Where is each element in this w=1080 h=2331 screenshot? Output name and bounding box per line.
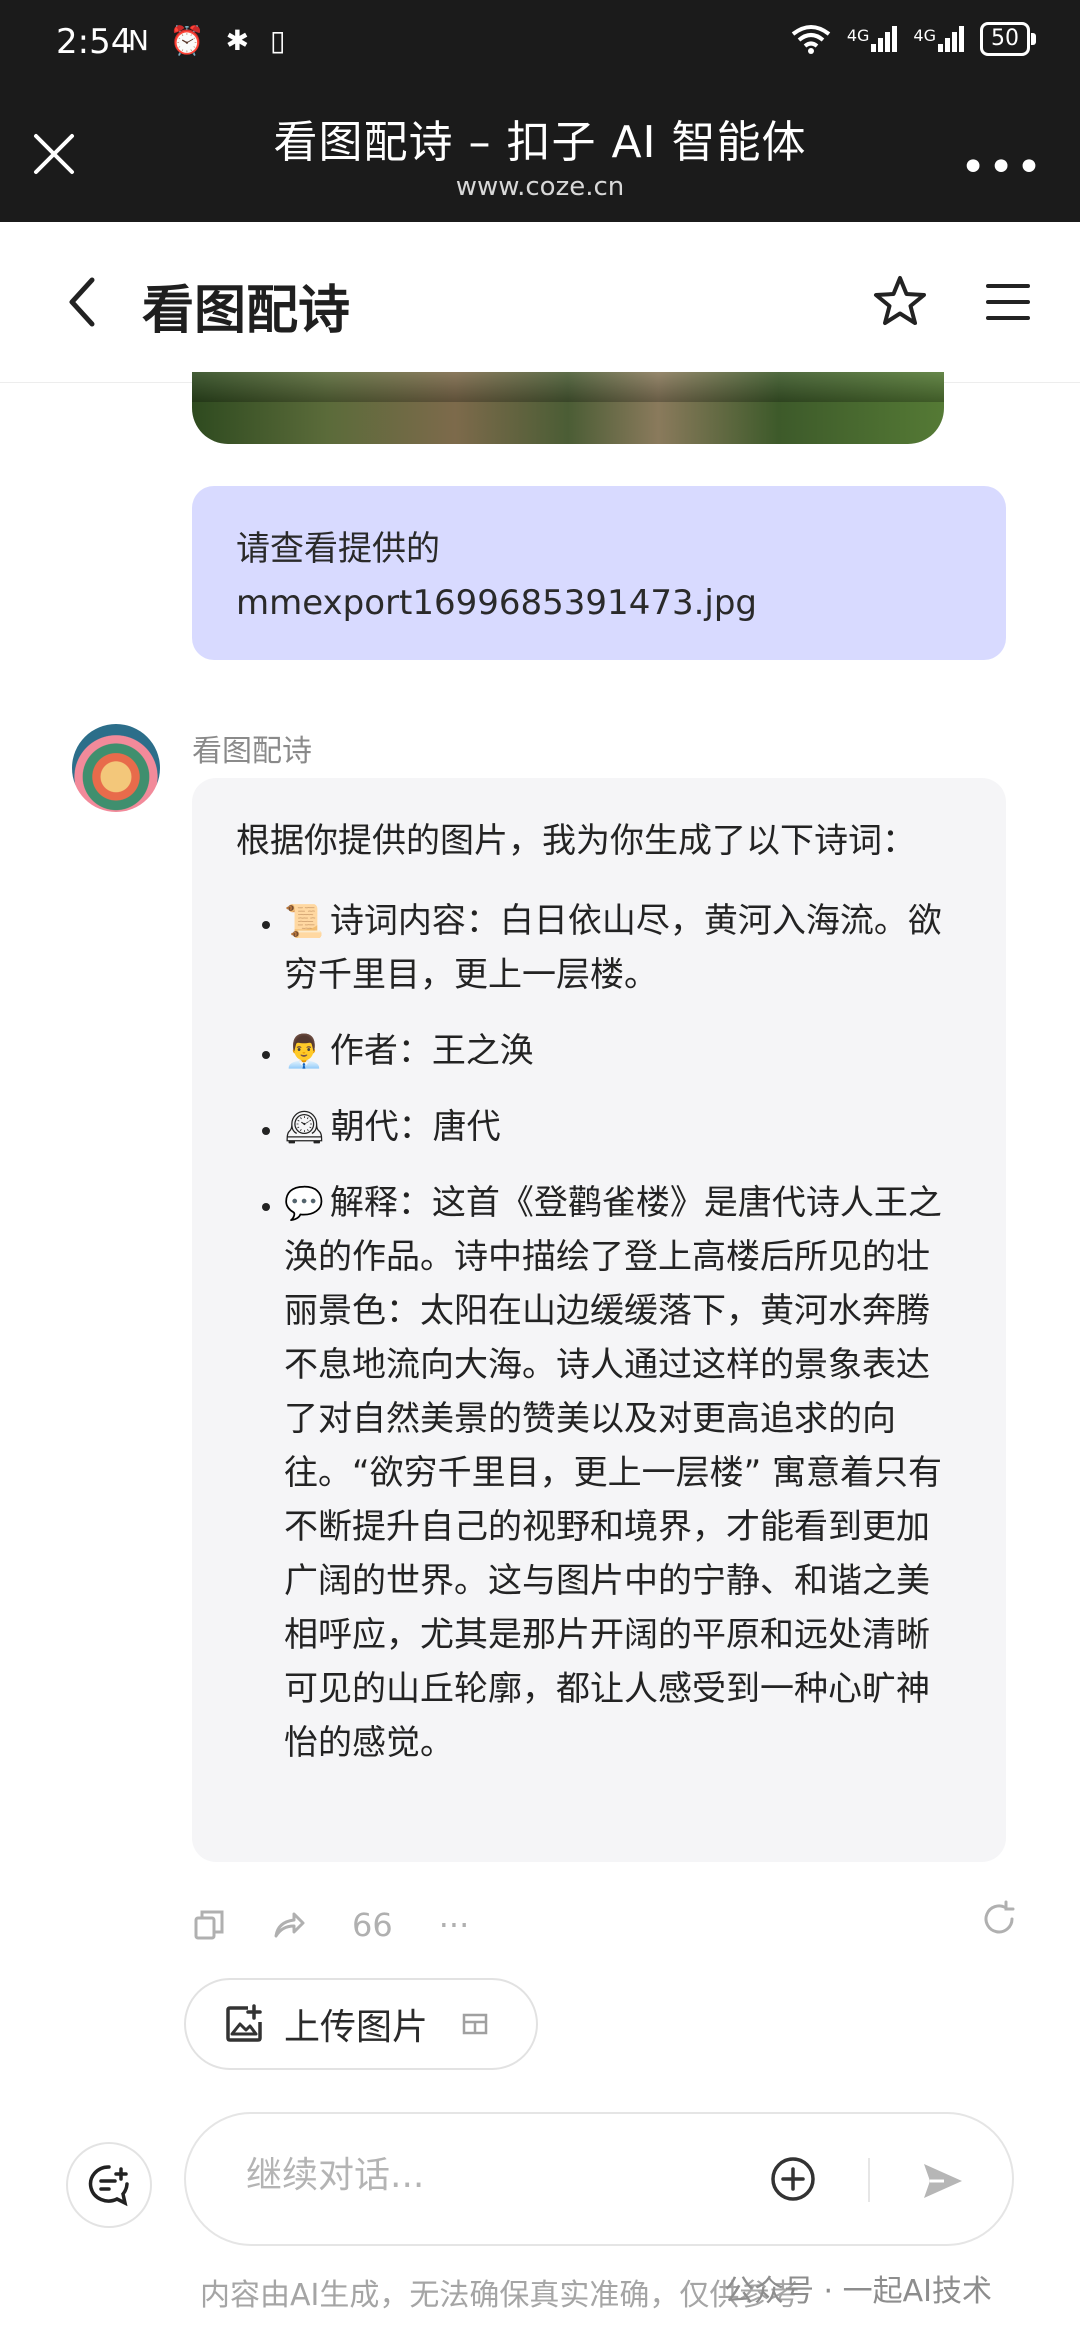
browser-bar: 看图配诗 – 扣子 AI 智能体 www.coze.cn ••• [0, 88, 1080, 222]
browser-title: 看图配诗 – 扣子 AI 智能体 [273, 117, 807, 168]
speech-bubble-icon: 💬 [284, 1184, 324, 1222]
new-chat-icon [88, 2165, 129, 2207]
user-message: 请查看提供的 mmexport1699685391473.jpg [192, 486, 1006, 660]
quote-button[interactable]: 66 [352, 1906, 393, 1944]
clock-icon: 🕰 [284, 1108, 325, 1146]
more-icon[interactable]: ••• [960, 142, 1044, 193]
grid-icon [462, 2013, 488, 2035]
bot-message: 根据你提供的图片，我为你生成了以下诗词： 📜诗词内容：白日依山尽，黄河入海流。欲… [192, 778, 1006, 1862]
list-item: 👨‍💼作者：王之涣 [284, 1024, 962, 1078]
list-item: 💬解释：这首《登鹳雀楼》是唐代诗人王之涣的作品。诗中描绘了登上高楼后所见的壮丽景… [284, 1176, 962, 1770]
scroll-icon: 📜 [284, 902, 324, 940]
disclaimer-text: 内容由AI生成，无法确保真实准确，仅供参考 [200, 2278, 800, 2313]
regenerate-icon[interactable] [980, 1900, 1018, 1938]
menu-icon[interactable] [984, 278, 1032, 326]
avatar [72, 724, 160, 812]
signal-2-icon: 4G [913, 26, 964, 52]
page-title: 看图配诗 [142, 281, 351, 341]
share-icon[interactable] [272, 1908, 306, 1942]
more-actions-button[interactable]: ··· [439, 1906, 470, 1944]
list-item-text: 朝代：唐代 [330, 1107, 501, 1147]
signal-1-label: 4G [846, 26, 870, 45]
copy-icon[interactable] [192, 1908, 226, 1942]
list-item: 📜诗词内容：白日依山尽，黄河入海流。欲穷千里目，更上一层楼。 [284, 894, 962, 1002]
bot-name: 看图配诗 [192, 734, 312, 769]
bot-intro: 根据你提供的图片，我为你生成了以下诗词： [236, 821, 916, 861]
browser-url: www.coze.cn [455, 172, 625, 202]
send-icon[interactable] [918, 2156, 968, 2206]
list-item-text: 作者：王之涣 [329, 1031, 534, 1071]
chat-input-box [184, 2112, 1014, 2246]
app-header: 看图配诗 [0, 222, 1080, 383]
signal-2-label: 4G [913, 26, 936, 45]
bot-list: 📜诗词内容：白日依山尽，黄河入海流。欲穷千里目，更上一层楼。 👨‍💼作者：王之涣… [236, 894, 962, 1770]
person-icon: 👨‍💼 [284, 1032, 324, 1070]
list-item-text: 解释：这首《登鹳雀楼》是唐代诗人王之涣的作品。诗中描绘了登上高楼后所见的壮丽景色… [284, 1183, 943, 1763]
input-divider [868, 2158, 870, 2202]
wifi-icon [791, 25, 831, 54]
list-item-text: 诗词内容：白日依山尽，黄河入海流。欲穷千里目，更上一层楼。 [284, 901, 942, 995]
add-icon[interactable] [768, 2154, 818, 2204]
battery-icon: 50 [980, 22, 1036, 56]
status-left-icons: N ⏰ ✱ ▯ [128, 24, 292, 57]
watermark: 公众号 · 一起AI技术 [724, 2274, 992, 2309]
signal-1-icon: 4G [847, 26, 898, 52]
list-item: 🕰朝代：唐代 [284, 1100, 962, 1154]
upload-image-button[interactable]: 上传图片 [184, 1978, 538, 2070]
image-upload-icon [226, 2004, 262, 2042]
message-actions: 66 ··· [192, 1900, 1015, 1950]
new-chat-button[interactable] [66, 2142, 152, 2228]
status-right-icons: 4G 4G 50 [791, 22, 1036, 56]
back-icon[interactable] [62, 274, 106, 330]
upload-image-label: 上传图片 [284, 2007, 429, 2048]
status-bar: 2:54 N ⏰ ✱ ▯ 4G 4G 50 [0, 0, 1080, 88]
uploaded-image[interactable] [192, 372, 944, 444]
star-icon[interactable] [872, 274, 928, 330]
chat-input[interactable] [244, 2154, 748, 2197]
status-time: 2:54 [56, 22, 133, 62]
